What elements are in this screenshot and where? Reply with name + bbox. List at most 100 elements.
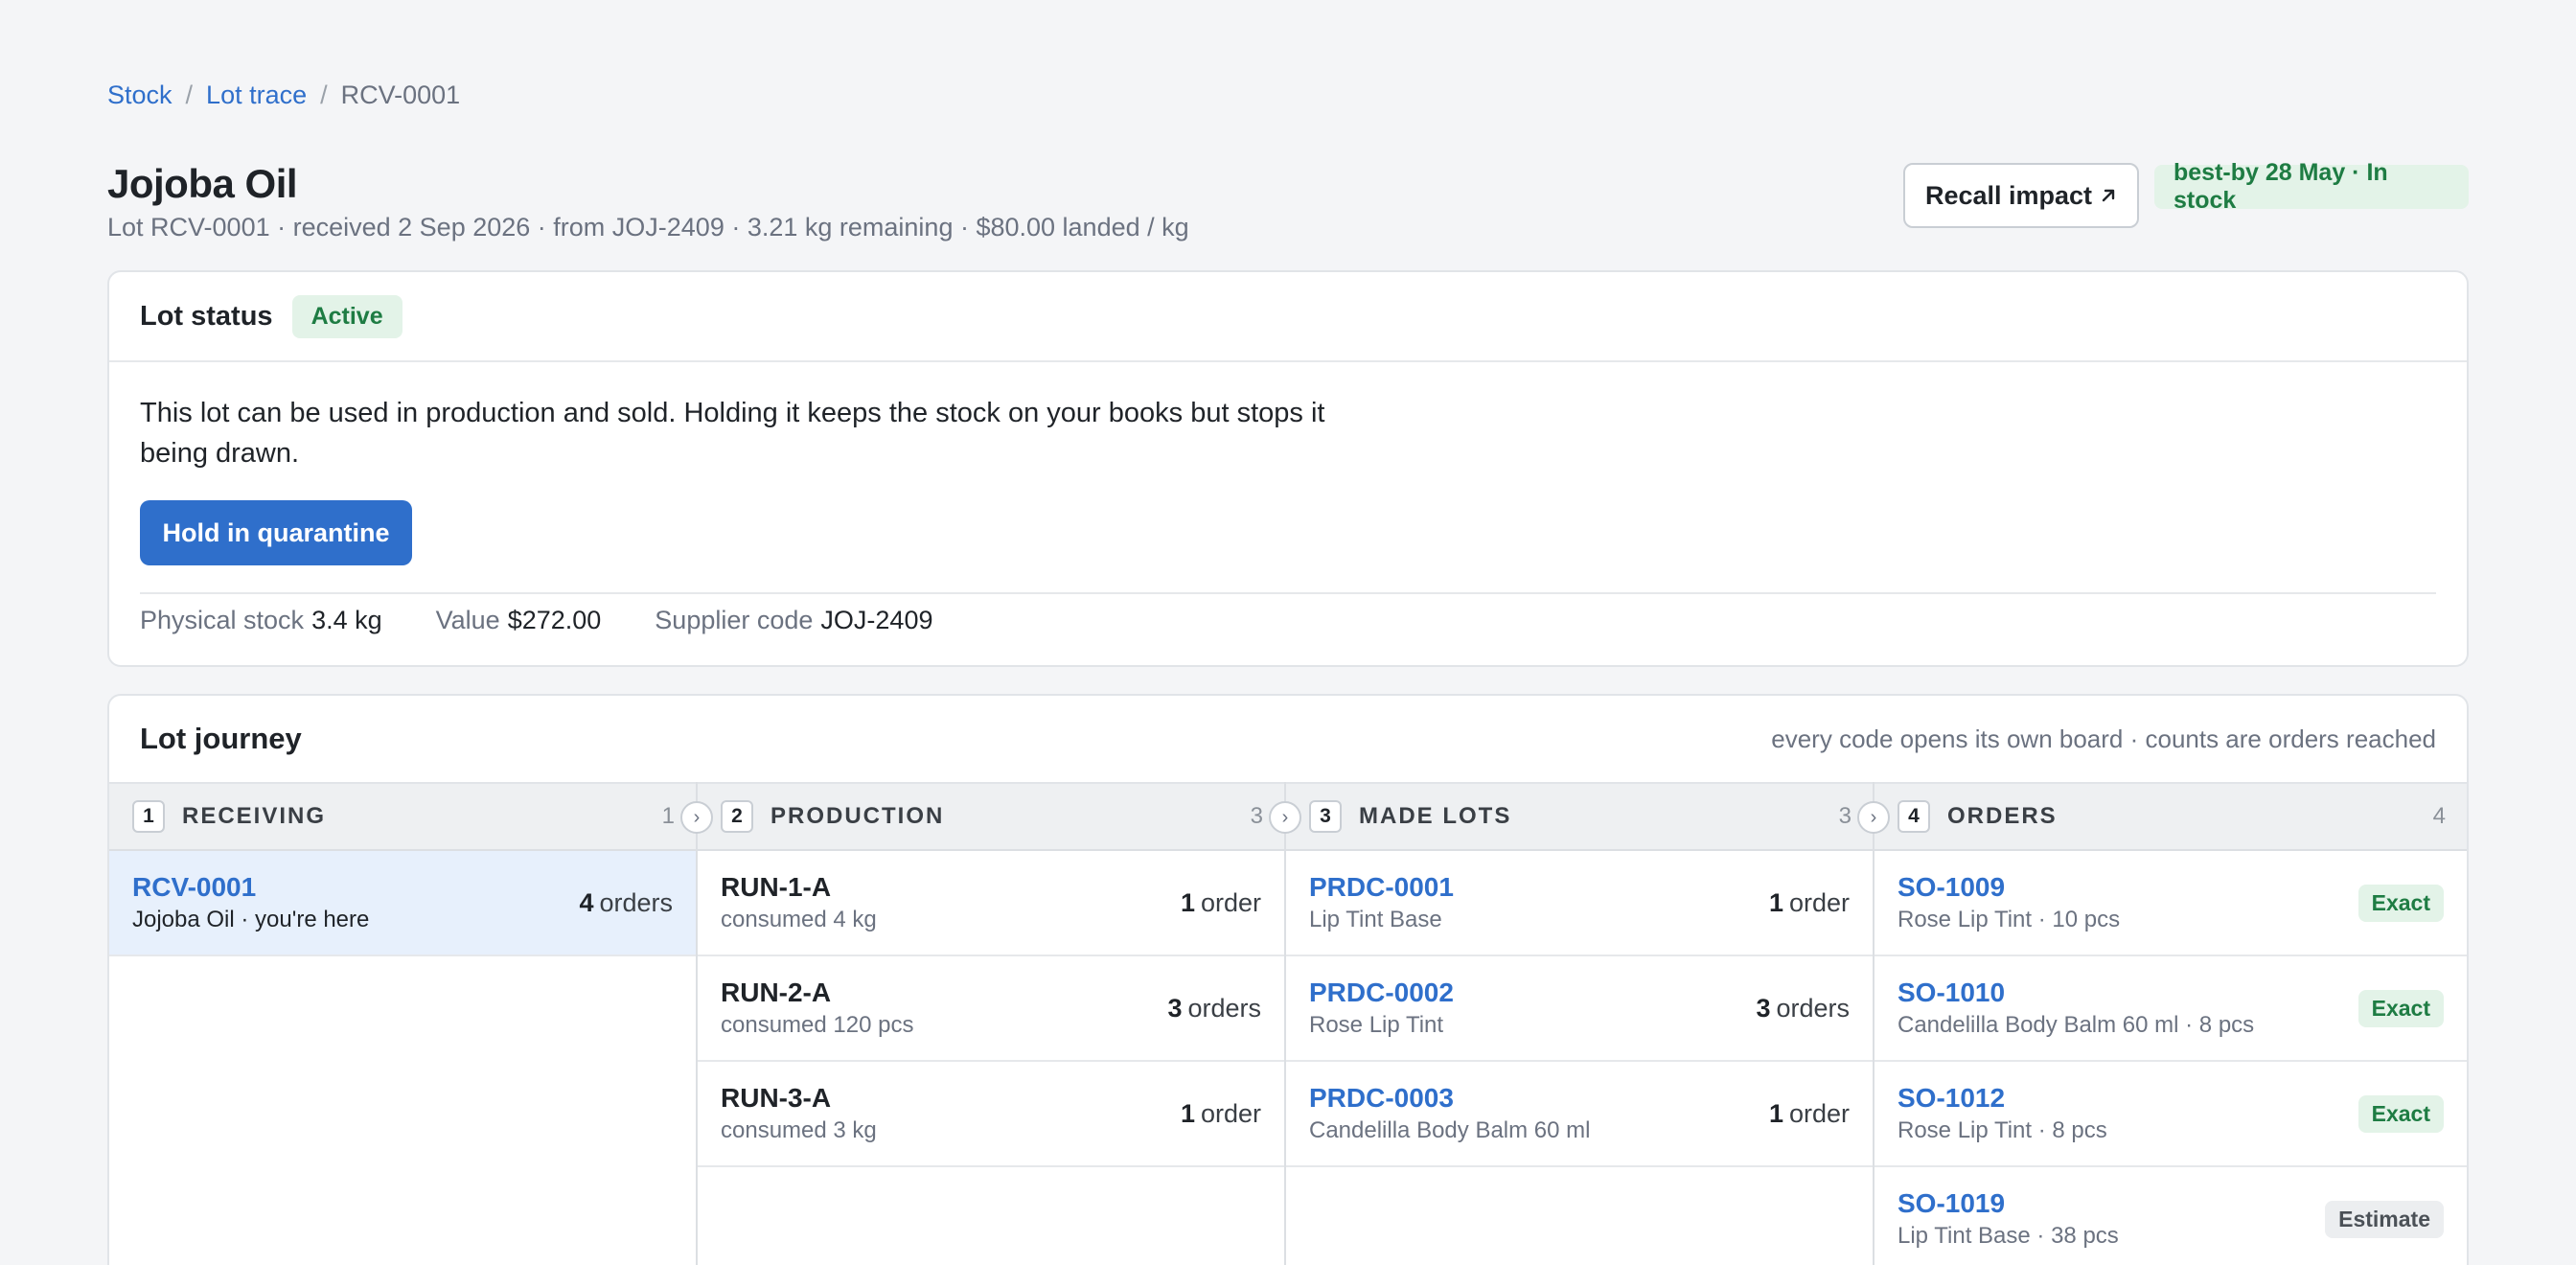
fact-physical-stock: Physical stock 3.4 kg [140,606,382,635]
node-code[interactable]: SO-1019 [1898,1188,2119,1219]
lot-status-label: Lot status [140,300,273,332]
breadcrumb-separator: / [320,80,328,109]
node-detail: Jojoba Oil · you're here [132,907,370,932]
orders-count: 4 [579,887,594,917]
breadcrumb-separator: / [185,80,194,109]
node-code: RUN-2-A [721,978,832,1007]
breadcrumb-lot-trace[interactable]: Lot trace [206,80,307,110]
node-detail: Rose Lip Tint [1309,1012,1444,1038]
recall-impact-label: Recall impact [1924,180,2093,210]
fact-label: Value [435,606,500,634]
lot-status-description: This lot can be used in production and s… [140,398,1325,469]
stage-orders: 4 ORDERS 4 SO-1009 Rose Lip Tint · 10 pcs Exa… [1874,782,2467,1265]
recall-impact-button[interactable]: Recall impact [1903,163,2139,228]
stage-receiving: 1 RECEIVING 1 › RCV-0001 Jojoba Oil · you're … [109,782,713,1265]
orders-count: 3 [1167,993,1183,1023]
orders-unit: orders [1187,993,1261,1023]
orders-count: 1 [1768,887,1783,917]
journey-node[interactable]: RUN-1-A consumed 4 kg 1 order [698,851,1284,956]
orders-count: 3 [1756,993,1771,1023]
status-badge: Active [291,294,402,338]
journey-node[interactable]: RUN-3-A consumed 3 kg 1 order [698,1062,1284,1167]
lot-journey-header: Lot journey every code opens its own boa… [109,696,2467,782]
journey-node[interactable]: PRDC-0001 Lip Tint Base 1 order [1286,851,1873,956]
match-badge: Exact [2358,1094,2444,1133]
orders-count: 1 [1180,887,1195,917]
fact-label: Physical stock [140,606,305,634]
journey-node[interactable]: SO-1012 Rose Lip Tint · 8 pcs Exact [1874,1062,2467,1167]
node-detail: Rose Lip Tint · 10 pcs [1898,907,2121,932]
orders-unit: order [1788,887,1850,917]
arrow-up-right-icon [2102,189,2115,202]
node-code: RUN-1-A [721,872,832,902]
node-code[interactable]: SO-1009 [1898,872,2120,903]
stage-header: 2 PRODUCTION 3 › [698,782,1301,851]
node-detail: consumed 3 kg [721,1117,877,1143]
match-badge: Exact [2358,989,2444,1027]
node-code[interactable]: SO-1010 [1898,978,2254,1008]
orders-unit: order [1788,1098,1850,1128]
node-main: RUN-1-A consumed 4 kg [721,872,877,933]
journey-node[interactable]: SO-1010 Candelilla Body Balm 60 ml · 8 pc… [1874,956,2467,1062]
node-main: SO-1010 Candelilla Body Balm 60 ml · 8 pc… [1898,978,2254,1039]
divider [140,592,2436,594]
journey-stages: 1 RECEIVING 1 › RCV-0001 Jojoba Oil · you're … [109,782,2467,1265]
journey-node[interactable]: PRDC-0002 Rose Lip Tint 3 orders [1286,956,1873,1062]
fact-value: 3.4 kg [311,606,382,634]
lot-summary: Lot RCV-0001 · received 2 Sep 2026 · fro… [107,213,1189,242]
node-code[interactable]: PRDC-0001 [1309,872,1454,903]
node-detail: Lip Tint Base · 38 pcs [1898,1223,2119,1249]
journey-node[interactable]: SO-1009 Rose Lip Tint · 10 pcs Exact [1874,851,2467,956]
orders-unit: order [1200,887,1261,917]
stage-number: 3 [1309,800,1342,833]
hold-in-quarantine-button[interactable]: Hold in quarantine [140,500,412,565]
journey-node[interactable]: SO-1019 Lip Tint Base · 38 pcs Estimate [1874,1167,2467,1265]
fact-label: Supplier code [655,606,814,634]
fact-supplier-code: Supplier code JOJ-2409 [655,606,932,635]
node-code[interactable]: PRDC-0003 [1309,1083,1590,1114]
node-main: PRDC-0001 Lip Tint Base [1309,872,1454,933]
journey-node[interactable]: PRDC-0003 Candelilla Body Balm 60 ml 1 orde… [1286,1062,1873,1167]
node-code[interactable]: RCV-0001 [132,872,369,903]
fact-value: $272.00 [507,606,602,634]
journey-node[interactable]: RUN-2-A consumed 120 pcs 3 orders [698,956,1284,1062]
breadcrumb-current: RCV-0001 [340,80,461,109]
node-main: RUN-2-A consumed 120 pcs [721,978,913,1039]
lot-journey-label: Lot journey [140,722,302,755]
orders-reached: 1 order [1181,1099,1261,1129]
node-code[interactable]: SO-1012 [1898,1083,2107,1114]
node-detail: Lip Tint Base [1309,907,1442,932]
lot-status-card: Lot status Active This lot can be used i… [107,270,2469,667]
orders-reached: 4 orders [579,888,673,918]
chevron-right-icon: › [680,801,713,834]
chevron-right-icon: › [1269,801,1301,834]
chevron-right-icon: › [1857,801,1890,834]
node-code[interactable]: PRDC-0002 [1309,978,1454,1008]
node-detail: consumed 120 pcs [721,1012,914,1038]
stage-count: 1 [661,803,675,829]
lot-facts: Physical stock 3.4 kg Value $272.00 Suppli… [140,606,932,635]
node-detail: consumed 4 kg [721,907,877,932]
page-title: Jojoba Oil [107,161,298,206]
breadcrumb: Stock / Lot trace / RCV-0001 [107,80,460,110]
orders-unit: orders [599,887,673,917]
node-detail: Candelilla Body Balm 60 ml · 8 pcs [1898,1012,2255,1038]
node-main: SO-1019 Lip Tint Base · 38 pcs [1898,1188,2119,1250]
stage-number: 4 [1898,800,1930,833]
stage-made-lots: 3 MADE LOTS 3 › PRDC-0001 Lip Tint Base 1 order… [1286,782,1890,1265]
breadcrumb-stock[interactable]: Stock [107,80,172,110]
lot-journey-hint: every code opens its own board · counts … [1771,724,2436,753]
stage-count: 4 [2432,803,2446,829]
match-badge: Exact [2358,884,2444,922]
node-main: PRDC-0002 Rose Lip Tint [1309,978,1454,1039]
node-main: RCV-0001 Jojoba Oil · you're here [132,872,369,933]
node-main: SO-1009 Rose Lip Tint · 10 pcs [1898,872,2120,933]
stage-name: MADE LOTS [1359,803,1512,829]
journey-node[interactable]: RCV-0001 Jojoba Oil · you're here 4 orders [109,851,696,956]
stage-count: 3 [1838,803,1852,829]
node-code: RUN-3-A [721,1083,832,1113]
node-main: RUN-3-A consumed 3 kg [721,1083,877,1144]
orders-reached: 3 orders [1167,994,1261,1024]
orders-unit: orders [1776,993,1850,1023]
orders-reached: 1 order [1769,888,1850,918]
